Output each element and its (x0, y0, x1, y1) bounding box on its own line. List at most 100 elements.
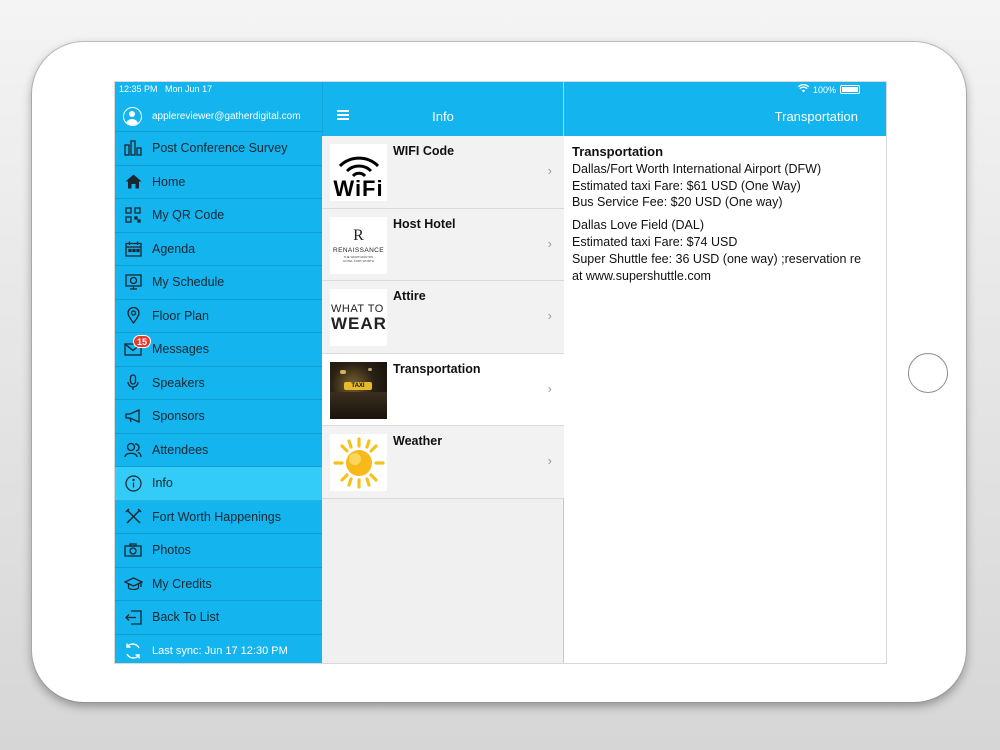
sidebar-item-label: My Credits (152, 576, 212, 591)
status-right: 100% (797, 84, 860, 95)
sidebar-item-label: Sponsors (152, 409, 205, 424)
info-list-title: Info (432, 109, 454, 124)
user-email: applereviewer@gatherdigital.com (152, 110, 301, 122)
attire-thumb-text-2: WEAR (331, 314, 387, 333)
messages-badge: 15 (133, 335, 151, 348)
sidebar-item-agenda[interactable]: Agenda (115, 233, 322, 266)
megaphone-icon (122, 405, 144, 427)
status-time-text: 12:35 PM (119, 84, 158, 94)
info-item-label: Weather (393, 434, 443, 448)
camera-icon (122, 539, 144, 561)
app-screen: 12:35 PM Mon Jun 17 100% applereviewer@g… (114, 81, 887, 664)
sidebar-item-label: Info (152, 476, 173, 491)
taxi-sign-text: TAXI (351, 382, 365, 389)
people-icon (122, 439, 144, 461)
bar-chart-icon (122, 137, 144, 159)
info-item-weather[interactable]: Weather › (322, 426, 564, 499)
sidebar-item-photos[interactable]: Photos (115, 534, 322, 568)
sidebar-item-attendees[interactable]: Attendees (115, 434, 322, 467)
info-item-wifi-code[interactable]: WiFi WIFI Code › (322, 136, 564, 209)
sidebar-item-floor-plan[interactable]: Floor Plan (115, 300, 322, 333)
detail-link-line[interactable]: at www.supershuttle.com (572, 268, 886, 285)
user-avatar-icon (123, 106, 142, 126)
sync-icon (122, 640, 144, 662)
info-item-label: Transportation (393, 361, 481, 376)
chevron-right-icon: › (547, 163, 552, 178)
battery-percent: 100% (812, 84, 836, 95)
sidebar-item-my-qr-code[interactable]: My QR Code (115, 199, 322, 233)
sidebar-item-label: Fort Worth Happenings (152, 509, 281, 524)
detail-line: Dallas/Fort Worth International Airport … (572, 161, 822, 176)
sidebar-item-my-schedule[interactable]: My Schedule (115, 266, 322, 300)
schedule-icon (122, 271, 144, 293)
home-icon (122, 171, 144, 193)
detail-line: Estimated taxi Fare: $74 USD (572, 234, 738, 249)
sidebar-item-my-credits[interactable]: My Credits (115, 568, 322, 601)
detail-panel: Transportation Transportation Dallas/For… (564, 82, 886, 663)
status-bar: 12:35 PM Mon Jun 17 100% (115, 82, 886, 97)
sidebar-item-label: Photos (152, 543, 191, 558)
sync-label: Last sync: Jun 17 12:30 PM (152, 645, 288, 658)
graduation-cap-icon (122, 573, 144, 595)
sidebar: applereviewer@gatherdigital.com Post Con… (115, 82, 322, 664)
info-item-label: WIFI Code (393, 144, 455, 158)
sidebar-item-back-to-list[interactable]: Back To List (115, 601, 322, 635)
calendar-icon (122, 238, 144, 260)
sync-row[interactable]: Last sync: Jun 17 12:30 PM (115, 635, 322, 664)
sidebar-item-label: My QR Code (152, 208, 225, 223)
sidebar-item-info[interactable]: Info (115, 467, 322, 501)
sidebar-item-post-conference-survey[interactable]: Post Conference Survey (115, 132, 322, 166)
sidebar-item-label: Floor Plan (152, 308, 209, 323)
hotel-logo-text: RENAISSANCE (333, 246, 384, 254)
home-hardware-button[interactable] (908, 353, 948, 393)
info-item-label: Attire (393, 289, 426, 303)
sidebar-item-messages[interactable]: 15 Messages (115, 333, 322, 367)
info-list-panel: Info WiFi WIFI Code › R RENAISSANCE THE … (322, 82, 564, 663)
status-date: Mon Jun 17 (165, 84, 213, 94)
taxi-photo-thumbnail: TAXI (330, 361, 387, 419)
chevron-right-icon: › (547, 308, 552, 323)
sidebar-item-fort-worth-happenings[interactable]: Fort Worth Happenings (115, 501, 322, 534)
sidebar-item-label: Attendees (152, 442, 209, 457)
wifi-thumb-text: WiFi (333, 176, 384, 201)
hotel-logo-thumbnail: R RENAISSANCE THE WORTHINGTON HOTEL FORT… (330, 216, 387, 274)
info-item-attire[interactable]: WHAT TO WEAR Attire › (322, 281, 564, 354)
sidebar-item-speakers[interactable]: Speakers (115, 367, 322, 400)
qr-code-icon (122, 204, 144, 226)
sidebar-item-label: Agenda (152, 241, 196, 256)
info-icon (122, 472, 144, 494)
wifi-waves-icon (338, 156, 379, 177)
info-item-transportation[interactable]: TAXI Transportation › (322, 353, 564, 426)
sidebar-item-label: Back To List (152, 610, 220, 625)
detail-title: Transportation (774, 109, 858, 124)
status-time: 12:35 PM Mon Jun 17 (119, 84, 212, 94)
detail-line: Super Shuttle fee: 36 USD (one way) ;res… (572, 251, 862, 266)
sidebar-item-label: Home (152, 174, 186, 189)
microphone-icon (122, 372, 144, 394)
detail-line: Dallas Love Field (DAL) (572, 218, 704, 233)
detail-heading: Transportation (572, 144, 664, 159)
sidebar-item-label: Speakers (152, 375, 205, 390)
sidebar-item-label: My Schedule (152, 275, 225, 290)
hotel-logo-mark: R (353, 226, 364, 244)
detail-line: Estimated taxi Fare: $61 USD (One Way) (572, 178, 801, 193)
sidebar-item-sponsors[interactable]: Sponsors (115, 400, 322, 434)
user-row[interactable]: applereviewer@gatherdigital.com (115, 101, 322, 132)
map-pin-icon (122, 305, 144, 327)
sidebar-item-home[interactable]: Home (115, 166, 322, 199)
detail-body: Transportation Dallas/Fort Worth Interna… (572, 144, 886, 285)
battery-icon (840, 85, 860, 94)
info-item-host-hotel[interactable]: R RENAISSANCE THE WORTHINGTON HOTEL FORT… (322, 208, 564, 281)
back-arrow-icon (122, 606, 144, 628)
chevron-right-icon: › (547, 453, 552, 468)
info-list: WiFi WIFI Code › R RENAISSANCE THE WORTH… (322, 136, 564, 499)
hotel-logo-subtext: THE WORTHINGTON HOTEL FORT WORTH (343, 254, 374, 263)
wifi-icon (797, 84, 810, 95)
sun-icon (330, 434, 387, 491)
sidebar-item-label: Messages (152, 342, 209, 357)
chevron-right-icon: › (547, 380, 552, 396)
sidebar-item-label: Post Conference Survey (152, 141, 288, 156)
detail-line: Bus Service Fee: $20 USD (One way) (572, 195, 783, 210)
sidebar-menu: Post Conference Survey Home My QR Code A… (115, 132, 322, 664)
info-item-label: Host Hotel (393, 216, 456, 231)
